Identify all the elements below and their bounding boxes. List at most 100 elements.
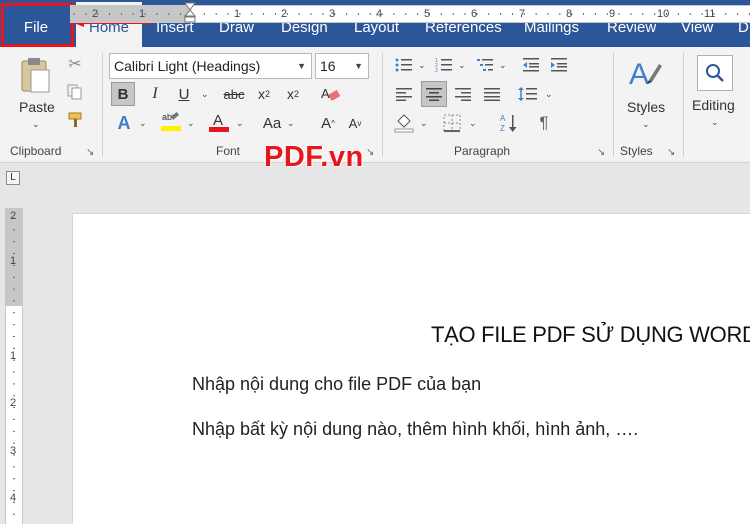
styles-dropdown-icon[interactable]: ⌄ (642, 119, 650, 130)
line-spacing-icon[interactable] (515, 82, 541, 106)
horizontal-ruler[interactable]: 2 1 1 2 3 4 5 6 7 8 9 10 11 (70, 2, 750, 24)
divider (102, 53, 103, 157)
font-name-dropdown-icon[interactable]: ▼ (297, 54, 306, 78)
ruler-number: 2 (281, 8, 288, 20)
format-painter-icon[interactable] (64, 109, 86, 131)
text-effects-icon[interactable]: A (112, 111, 136, 135)
ruler-number: 3 (10, 445, 17, 457)
font-name-combobox[interactable]: Calibri Light (Headings) ▼ (109, 53, 312, 79)
svg-text:Z: Z (500, 124, 505, 133)
underline-button[interactable]: U (172, 82, 196, 106)
styles-launcher-icon[interactable]: ↘ (667, 147, 677, 158)
editing-button[interactable]: Editing (692, 97, 735, 113)
numbering-dropdown-icon[interactable]: ⌄ (458, 60, 466, 71)
document-title[interactable]: TẠO FILE PDF SỬ DỤNG WORD (431, 322, 750, 348)
svg-text:ab: ab (162, 112, 172, 122)
copy-icon[interactable] (64, 81, 86, 103)
italic-button[interactable]: I (143, 82, 167, 106)
document-paragraph[interactable]: Nhập nội dung cho file PDF của bạn (192, 374, 481, 395)
paragraph-launcher-icon[interactable]: ↘ (597, 147, 607, 158)
search-icon[interactable] (697, 55, 733, 91)
divider (683, 53, 684, 157)
underline-dropdown-icon[interactable]: ⌄ (201, 89, 209, 100)
bullets-icon[interactable] (392, 53, 416, 77)
ruler-number: 11 (704, 8, 716, 20)
change-case-icon[interactable]: Aa (258, 111, 286, 135)
paste-icon[interactable] (16, 55, 56, 95)
ruler-number: 10 (657, 8, 670, 20)
numbering-icon[interactable]: 123 (432, 53, 456, 77)
font-size-combobox[interactable]: 16 ▼ (315, 53, 369, 79)
shading-icon[interactable] (392, 111, 416, 135)
align-right-icon[interactable] (451, 82, 475, 106)
align-left-icon[interactable] (392, 82, 416, 106)
grow-font-icon[interactable]: A ^ (316, 111, 340, 135)
watermark-logo: PDF.vn (264, 141, 364, 173)
borders-icon[interactable] (440, 111, 464, 135)
align-center-button[interactable] (421, 81, 447, 107)
svg-text:A: A (321, 86, 330, 101)
font-launcher-icon[interactable]: ↘ (366, 147, 376, 158)
highlight-color-icon[interactable]: ab (158, 109, 184, 135)
svg-text:A: A (500, 114, 506, 123)
svg-text:A: A (629, 58, 649, 91)
ruler-number: 8 (566, 8, 573, 20)
font-size-dropdown-icon[interactable]: ▼ (354, 54, 363, 78)
ruler-number: 9 (609, 8, 616, 20)
tab-selector-icon[interactable]: L (6, 171, 20, 185)
borders-dropdown-icon[interactable]: ⌄ (469, 118, 477, 129)
font-group-label: Font (216, 144, 241, 158)
paste-dropdown-icon[interactable]: ⌄ (32, 119, 40, 130)
ruler-number: 2 (10, 397, 17, 409)
svg-text:3: 3 (435, 68, 438, 73)
change-case-dropdown-icon[interactable]: ⌄ (287, 118, 295, 129)
increase-indent-icon[interactable] (547, 53, 571, 77)
ruler-number: 1 (10, 255, 17, 267)
multilevel-list-icon[interactable] (473, 53, 497, 77)
font-color-icon[interactable]: A (206, 109, 232, 135)
ruler-number: 5 (424, 8, 431, 20)
text-effects-dropdown-icon[interactable]: ⌄ (139, 118, 147, 129)
superscript-button[interactable]: x2 (281, 82, 305, 106)
document-paragraph[interactable]: Nhập bất kỳ nội dung nào, thêm hình khối… (192, 419, 638, 440)
ruler-number: 1 (139, 8, 146, 20)
styles-icon[interactable]: A (624, 53, 666, 95)
bold-button[interactable]: B (111, 82, 135, 106)
multilevel-dropdown-icon[interactable]: ⌄ (499, 60, 507, 71)
font-color-dropdown-icon[interactable]: ⌄ (236, 118, 244, 129)
font-size-value: 16 (320, 58, 336, 74)
subscript-button[interactable]: x2 (252, 82, 276, 106)
vertical-ruler[interactable]: 2 1 1 2 3 4 (5, 208, 23, 524)
tab-file[interactable]: File (0, 0, 72, 47)
show-formatting-marks-icon[interactable]: ¶ (532, 111, 556, 135)
ruler-ticks (73, 13, 750, 15)
editing-dropdown-icon[interactable]: ⌄ (711, 117, 719, 128)
styles-group-label: Styles (620, 144, 653, 158)
ruler-number: 6 (471, 8, 478, 20)
strikethrough-button[interactable]: abc (220, 82, 248, 106)
ruler-number: 4 (10, 492, 17, 504)
line-spacing-dropdown-icon[interactable]: ⌄ (545, 89, 553, 100)
font-name-value: Calibri Light (Headings) (114, 58, 261, 74)
shrink-font-icon[interactable]: Av (343, 111, 367, 135)
clipboard-group-label: Clipboard (10, 144, 62, 158)
clipboard-launcher-icon[interactable]: ↘ (86, 147, 96, 158)
divider (382, 53, 383, 157)
ruler-number: 1 (234, 8, 241, 20)
indent-marker-icon[interactable] (183, 2, 197, 24)
shading-dropdown-icon[interactable]: ⌄ (420, 118, 428, 129)
decrease-indent-icon[interactable] (519, 53, 543, 77)
clear-formatting-icon[interactable]: A (318, 82, 344, 106)
document-page[interactable]: TẠO FILE PDF SỬ DỤNG WORD Nhập nội dung … (72, 213, 750, 524)
paste-button[interactable]: Paste (19, 99, 55, 115)
highlight-dropdown-icon[interactable]: ⌄ (187, 118, 195, 129)
bullets-dropdown-icon[interactable]: ⌄ (418, 60, 426, 71)
ruler-number: 7 (519, 8, 526, 20)
ruler-number: 2 (92, 8, 99, 20)
styles-button[interactable]: Styles (627, 99, 665, 115)
cut-icon[interactable]: ✂ (64, 53, 86, 75)
sort-icon[interactable]: AZ (497, 111, 521, 135)
ruler-number: 3 (329, 8, 336, 20)
ruler-number: 4 (376, 8, 383, 20)
justify-icon[interactable] (480, 82, 504, 106)
